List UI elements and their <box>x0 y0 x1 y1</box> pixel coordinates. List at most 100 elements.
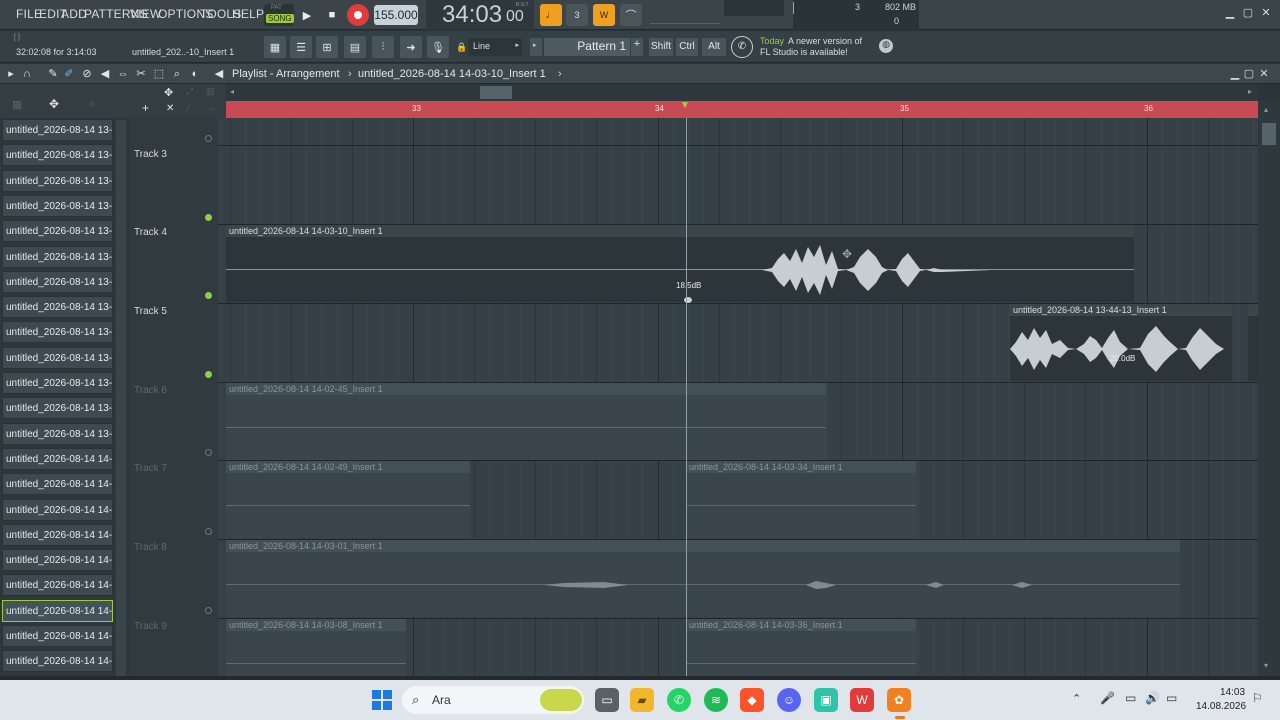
battery-icon[interactable]: ▭ <box>1166 691 1177 705</box>
snap-selector[interactable]: Line ▸ <box>468 38 522 56</box>
playlist-button[interactable]: ▦ <box>264 36 286 58</box>
brave-button[interactable]: ◆ <box>740 688 764 712</box>
microphone-icon[interactable]: 🎤 <box>1100 691 1115 705</box>
timeline-scroll-thumb[interactable] <box>480 86 512 99</box>
file-explorer-button[interactable]: ▰ <box>630 688 654 712</box>
timeline-scrollbar[interactable]: ◂ ▸ <box>226 84 1258 101</box>
browser-move-icon[interactable]: ✥ <box>49 97 59 111</box>
clip-header[interactable]: untitled_2026-08-14 14-03-01_Insert 1 <box>226 540 1180 552</box>
paint-icon[interactable]: ✐ <box>62 67 76 81</box>
audio-clip-muted[interactable]: untitled_2026-08-14 14-03-08_Insert 1 <box>226 619 406 676</box>
track-name[interactable]: Track 4 <box>134 227 167 238</box>
pitch-knob-area[interactable] <box>724 0 784 16</box>
browser-item[interactable]: untitled_2026-08-14 13-... <box>2 245 113 268</box>
add-pattern-button[interactable]: + <box>631 38 643 56</box>
track-mute-led[interactable] <box>205 371 212 378</box>
clock-date[interactable]: 14.08.2026 <box>1196 701 1246 712</box>
track-mute-led[interactable] <box>205 135 212 142</box>
play-button[interactable]: ▶ <box>296 4 318 26</box>
track-close-icon[interactable]: ✕ <box>166 103 174 114</box>
track-mute-led[interactable] <box>205 607 212 614</box>
delete-icon[interactable]: ⊘ <box>80 67 94 81</box>
track-edit-icon[interactable]: ⁄ <box>188 103 190 113</box>
song-position[interactable]: 34:03 00 B:S:T <box>426 0 534 30</box>
audio-clip-muted[interactable]: untitled_2026-08-14 14-02-49_Insert 1 <box>226 461 470 538</box>
wait-input-button[interactable]: W <box>593 4 615 26</box>
browser-item[interactable]: untitled_2026-08-14 13-... <box>2 194 113 217</box>
clip-header[interactable]: untitled_2026-08-14 13-44-13_Insert 1 <box>1010 304 1232 316</box>
browser-button[interactable]: ▤ <box>344 36 366 58</box>
timeline-ruler[interactable]: 33 34 35 36 ▼ <box>226 101 1258 118</box>
browser-item[interactable]: untitled_2026-08-14 13-... <box>2 270 113 293</box>
add-track-icon[interactable]: + <box>142 101 149 115</box>
chevron-right-icon[interactable]: ▸ <box>4 67 18 81</box>
alt-button[interactable]: Alt <box>702 38 726 56</box>
scroll-left-icon[interactable]: ◂ <box>230 87 234 96</box>
news-button[interactable]: ✆ <box>731 36 753 58</box>
browser-item[interactable]: untitled_2026-08-14 13-... <box>2 220 113 243</box>
clip-header[interactable]: untitled_2026-08-14 14-03-36_Insert 1 <box>686 619 916 631</box>
metronome-button[interactable]: ♩ <box>540 4 562 26</box>
ctrl-button[interactable]: Ctrl <box>676 38 698 56</box>
pattern-selector[interactable]: Pattern 1 <box>544 38 630 56</box>
record-audio-button[interactable]: 🎙 <box>427 36 449 58</box>
audio-clip-muted[interactable]: untitled_2026-08-14 14-03-01_Insert 1 <box>226 540 1180 617</box>
channel-rack-button[interactable]: ☰ <box>290 36 312 58</box>
playlist-vertical-scrollbar[interactable]: ▴ ▾ <box>1258 101 1280 676</box>
playlist-maximize-button[interactable]: ▢ <box>1241 67 1257 81</box>
audio-clip[interactable]: untitled_2026-08-14 13-44-13_Insert 1 20… <box>1010 304 1232 381</box>
pat-song-switch[interactable]: PAT SONG <box>264 4 294 26</box>
track-mute-led[interactable] <box>205 528 212 535</box>
audio-clip[interactable]: untitled_2026-08-14 14-03-10_Insert 1 ✥ … <box>226 225 1134 303</box>
spotify-button[interactable]: ≋ <box>704 688 728 712</box>
browser-item[interactable]: untitled_2026-08-14 13-... <box>2 296 113 319</box>
browser-star-icon[interactable]: ✧ <box>88 98 97 111</box>
browser-item[interactable]: untitled_2026-08-14 13-... <box>2 169 113 192</box>
discord-button[interactable]: ☺ <box>777 688 801 712</box>
browser-item[interactable]: untitled_2026-08-14 13-... <box>2 397 113 420</box>
menu-help[interactable]: HELP <box>232 7 264 21</box>
tempo-display[interactable]: 155.000 <box>374 5 418 25</box>
track-mute-led[interactable] <box>205 449 212 456</box>
track-name[interactable]: Track 5 <box>134 306 167 317</box>
slip-icon[interactable]: ⇔ <box>116 67 130 81</box>
browser-item[interactable]: untitled_2026-08-14 13-... <box>2 119 113 141</box>
playlist-close-button[interactable]: ✕ <box>1256 67 1272 81</box>
whatsapp-button[interactable]: ✆ <box>667 688 691 712</box>
fl-studio-button[interactable]: ✿ <box>887 688 911 712</box>
select-icon[interactable]: ⬚ <box>152 67 166 81</box>
audio-clip-muted[interactable]: untitled_2026-08-14 14-02-45_Insert 1 <box>226 383 826 460</box>
audio-clip-muted[interactable]: untitled_2026-08-14 14-03-34_Insert 1 <box>686 461 916 538</box>
track-name[interactable]: Track 6 <box>134 385 167 396</box>
browser-item[interactable]: untitled_2026-08-14 14-... <box>2 473 113 496</box>
browser-item[interactable]: untitled_2026-08-14 13-... <box>2 321 113 344</box>
pattern-prev-button[interactable]: ▸ <box>530 38 542 56</box>
track-name[interactable]: Track 9 <box>134 621 167 632</box>
browser-item[interactable]: untitled_2026-08-14 14-... <box>2 574 113 597</box>
plugin-picker-button[interactable]: ➜ <box>400 36 422 58</box>
track-arrows-icon[interactable]: ⇔ <box>208 103 217 113</box>
vertical-scroll-thumb[interactable] <box>1262 123 1276 145</box>
stop-button[interactable]: ■ <box>321 4 343 26</box>
browser-item[interactable]: untitled_2026-08-14 14-... <box>2 650 113 673</box>
audio-clip-edge[interactable] <box>1248 304 1258 381</box>
main-volume-slider[interactable] <box>650 6 720 24</box>
task-view-button[interactable]: ▭ <box>595 688 619 712</box>
app-button[interactable]: ▣ <box>814 688 838 712</box>
track-mute-led[interactable] <box>205 292 212 299</box>
browser-item[interactable]: untitled_2026-08-14 14-... <box>2 599 113 622</box>
scroll-right-icon[interactable]: ▸ <box>1248 87 1252 96</box>
track-mute-led[interactable] <box>205 214 212 221</box>
clip-header[interactable]: untitled_2026-08-14 14-02-49_Insert 1 <box>226 461 470 473</box>
browser-scrollbar[interactable] <box>116 120 126 676</box>
track-name[interactable]: Track 3 <box>134 149 167 160</box>
track-grid-icon[interactable]: ▥ <box>206 86 215 97</box>
blend-notes-button[interactable]: ⌒ <box>620 4 642 26</box>
browser-item[interactable]: untitled_2026-08-14 14-... <box>2 549 113 572</box>
zoom-icon[interactable]: ⌕ <box>170 67 184 81</box>
start-button[interactable] <box>370 688 394 712</box>
clip-header[interactable]: untitled_2026-08-14 14-03-34_Insert 1 <box>686 461 916 473</box>
browser-item[interactable]: untitled_2026-08-14 14-... <box>2 498 113 521</box>
menu-view[interactable]: VIEW <box>130 7 161 21</box>
countdown-button[interactable]: 3 <box>566 4 588 26</box>
